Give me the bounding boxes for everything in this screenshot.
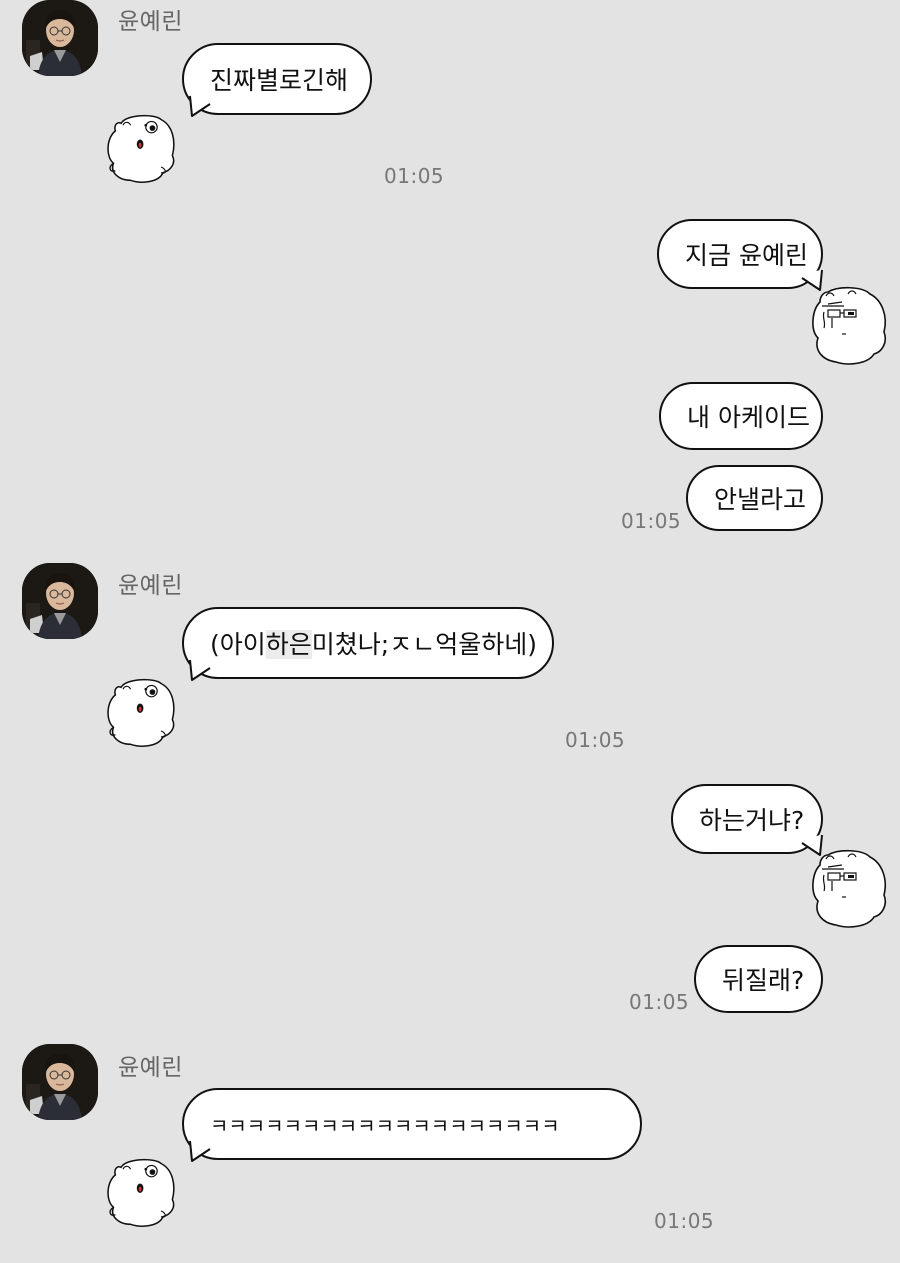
bear-sticker-icon bbox=[104, 1154, 180, 1230]
bear-glasses-sticker-icon bbox=[808, 282, 888, 368]
bubble-tail bbox=[189, 659, 211, 681]
bubble-tail bbox=[189, 1140, 211, 1162]
message-bubble[interactable]: (아이하은미쳤나;ㅈㄴ억울하네) bbox=[182, 607, 554, 679]
message-bubble[interactable]: 안낼라고 bbox=[686, 465, 823, 531]
bear-glasses-sticker-icon bbox=[808, 845, 888, 931]
timestamp: 01:05 bbox=[621, 509, 682, 533]
bubble-tail bbox=[189, 95, 211, 117]
profile-photo bbox=[22, 1044, 98, 1120]
bear-sticker-icon bbox=[104, 110, 180, 186]
message-bubble[interactable]: 뒤질래? bbox=[694, 945, 823, 1013]
profile-photo bbox=[22, 563, 98, 639]
message-text: 안낼라고 bbox=[714, 485, 807, 514]
timestamp: 01:05 bbox=[565, 728, 626, 752]
timestamp: 01:05 bbox=[384, 164, 445, 188]
sender-name: 윤예린 bbox=[118, 573, 183, 599]
message-bubble[interactable]: ㅋㅋㅋㅋㅋㅋㅋㅋㅋㅋㅋㅋㅋㅋㅋㅋㅋㅋㅋ bbox=[182, 1088, 642, 1160]
sender-name: 윤예린 bbox=[118, 9, 183, 35]
contact-avatar[interactable] bbox=[22, 563, 98, 639]
contact-avatar[interactable] bbox=[22, 0, 98, 76]
message-text: 뒤질래? bbox=[722, 966, 805, 995]
timestamp: 01:05 bbox=[629, 990, 690, 1014]
contact-avatar[interactable] bbox=[22, 1044, 98, 1120]
message-text: 지금 윤예린 bbox=[685, 241, 808, 270]
sender-name: 윤예린 bbox=[118, 1055, 183, 1081]
bear-sticker-icon bbox=[104, 674, 180, 750]
message-text: (아이하은미쳤나;ㅈㄴ억울하네) bbox=[210, 630, 537, 659]
message-text: ㅋㅋㅋㅋㅋㅋㅋㅋㅋㅋㅋㅋㅋㅋㅋㅋㅋㅋㅋ bbox=[210, 1113, 560, 1138]
message-text: 하는거냐? bbox=[699, 806, 805, 835]
timestamp: 01:05 bbox=[654, 1209, 715, 1233]
message-bubble[interactable]: 내 아케이드 bbox=[659, 382, 823, 450]
message-text: 내 아케이드 bbox=[687, 403, 810, 432]
profile-photo bbox=[22, 0, 98, 76]
message-text: 진짜별로긴해 bbox=[210, 66, 349, 95]
